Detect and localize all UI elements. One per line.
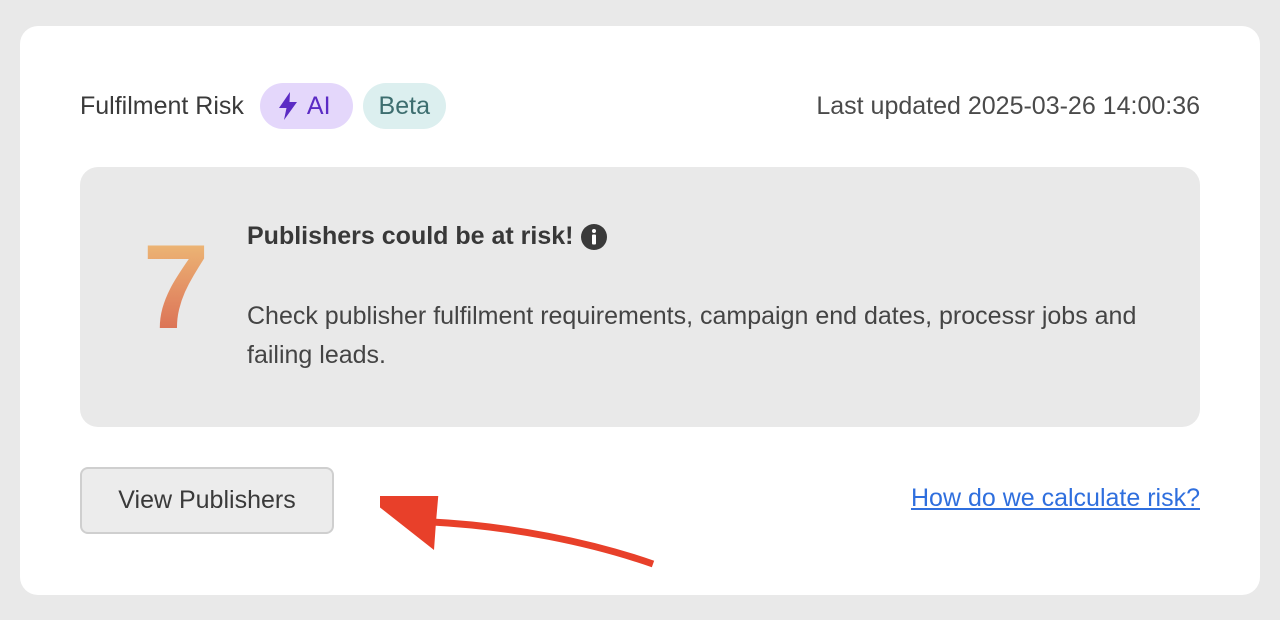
- last-updated-timestamp: Last updated 2025-03-26 14:00:36: [816, 91, 1200, 120]
- view-publishers-button[interactable]: View Publishers: [80, 467, 334, 534]
- annotation-arrow-icon: [380, 496, 655, 568]
- ai-badge-label: AI: [306, 91, 331, 120]
- card-header: Fulfilment Risk AI Beta Last updated 202…: [80, 83, 1200, 129]
- card-title: Fulfilment Risk: [80, 91, 244, 120]
- risk-description: Check publisher fulfilment requirements,…: [247, 302, 1137, 369]
- beta-badge: Beta: [362, 83, 446, 129]
- risk-heading-text: Publishers could be at risk!: [247, 222, 574, 250]
- risk-heading: Publishers could be at risk!: [247, 222, 608, 251]
- risk-count: 7: [136, 227, 216, 347]
- ai-badge: AI: [259, 83, 353, 129]
- risk-summary-panel: 7 Publishers could be at risk! Check pub…: [80, 167, 1200, 427]
- lightning-bolt-icon: [278, 92, 297, 120]
- how-we-calculate-risk-link[interactable]: How do we calculate risk?: [911, 484, 1200, 513]
- info-icon[interactable]: [581, 223, 608, 250]
- fulfilment-risk-card: Fulfilment Risk AI Beta Last updated 202…: [20, 26, 1260, 595]
